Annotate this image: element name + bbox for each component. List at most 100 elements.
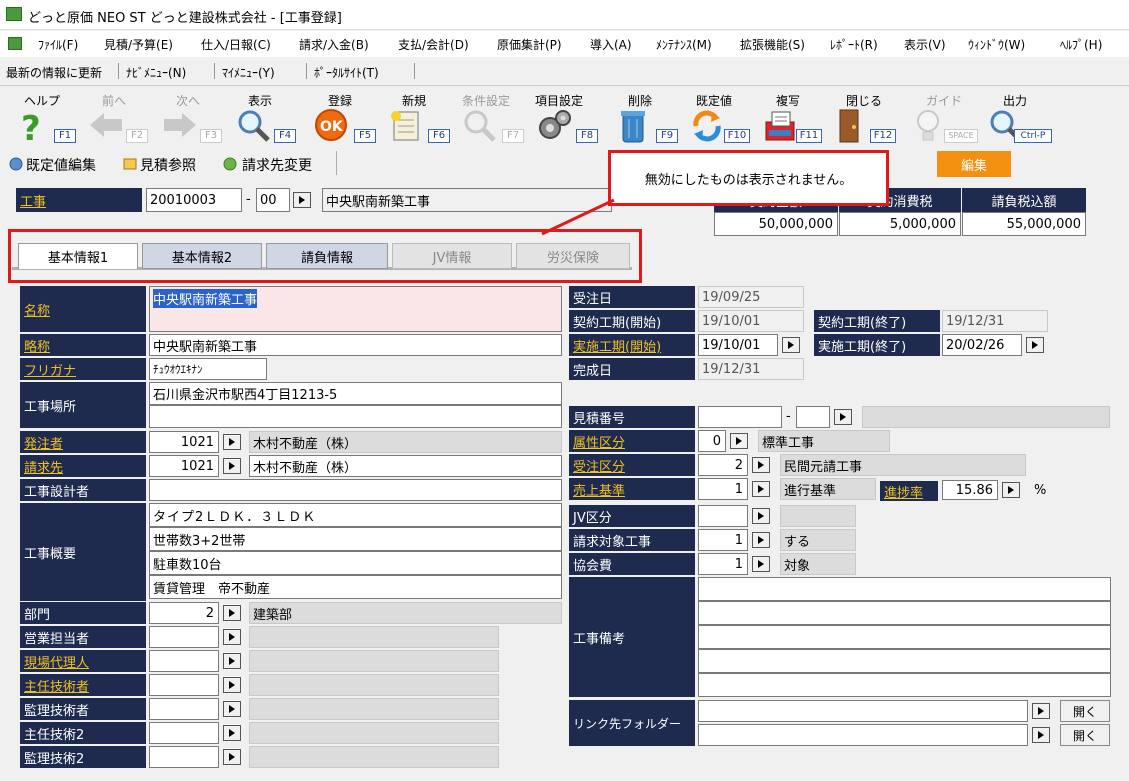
menu-payment[interactable]: 支払/会計(D) [398, 36, 469, 53]
estimate-number-field[interactable] [698, 406, 782, 428]
site-agent-lookup-button[interactable] [223, 653, 241, 669]
billing-target-lookup-button[interactable] [752, 532, 770, 548]
sales-basis-lookup-button[interactable] [752, 481, 770, 497]
copy-icon[interactable] [762, 108, 798, 144]
sales-basis-label[interactable]: 売上基準 [569, 478, 695, 500]
supervising-engineer-2-code-field[interactable] [149, 746, 219, 768]
jv-type-code-field[interactable] [698, 505, 748, 527]
orderer-label[interactable]: 発注者 [20, 431, 146, 453]
refresh-link[interactable]: 最新の情報に更新 [6, 64, 102, 81]
menu-estimate[interactable]: 見積/予算(E) [104, 36, 173, 53]
edit-defaults-button[interactable]: 既定値編集 [26, 155, 96, 175]
orderer-code-field[interactable]: 1021 [149, 431, 219, 453]
change-billto-button[interactable]: 請求先変更 [242, 155, 312, 175]
name-field[interactable]: 中央駅南新築工事 [149, 286, 562, 332]
menu-view[interactable]: 表示(V) [904, 36, 946, 53]
progress-rate-button[interactable] [1002, 482, 1020, 498]
kana-field[interactable]: ﾁｭｳｵｳｴｷﾅﾝ [149, 358, 267, 380]
orderer-lookup-button[interactable] [223, 434, 241, 450]
attribute-label[interactable]: 属性区分 [569, 430, 695, 452]
menu-cost[interactable]: 原価集計(P) [497, 36, 562, 53]
estimate-sub-field[interactable] [796, 406, 830, 428]
chief-engineer-lookup-button[interactable] [223, 677, 241, 693]
new-document-icon[interactable] [388, 108, 424, 144]
menu-purchase[interactable]: 仕入/日報(C) [201, 36, 271, 53]
kana-label[interactable]: フリガナ [20, 358, 146, 380]
gears-icon[interactable] [536, 108, 572, 144]
exec-end-calendar-button[interactable] [1026, 337, 1044, 353]
billto-lookup-button[interactable] [223, 458, 241, 474]
trash-icon[interactable] [618, 108, 648, 144]
department-lookup-button[interactable] [223, 605, 241, 621]
association-fee-lookup-button[interactable] [752, 556, 770, 572]
sales-rep-code-field[interactable] [149, 626, 219, 648]
progress-rate-label[interactable]: 進捗率 [880, 481, 938, 501]
sales-basis-code-field[interactable]: 1 [698, 478, 748, 500]
link-folder-browse-button-1[interactable] [1032, 703, 1050, 719]
project-lookup-button[interactable] [293, 192, 311, 208]
summary-field-3[interactable]: 駐車数10台 [149, 551, 562, 575]
menu-window[interactable]: ｳｨﾝﾄﾞｳ(W) [968, 36, 1025, 53]
jv-type-lookup-button[interactable] [752, 508, 770, 524]
supervising-engineer-lookup-button[interactable] [223, 701, 241, 717]
door-icon[interactable] [834, 108, 864, 144]
menu-file[interactable]: ﾌｧｲﾙ(F) [38, 36, 78, 53]
project-code-field[interactable]: 20010003 [146, 188, 242, 212]
exec-start-label[interactable]: 実施工期(開始) [569, 334, 695, 356]
portal-site-link[interactable]: ﾎﾟｰﾀﾙｻｲﾄ(T) [314, 64, 379, 81]
menu-maintenance[interactable]: ﾒﾝﾃﾅﾝｽ(M) [656, 36, 712, 53]
summary-field-2[interactable]: 世帯数3+2世帯 [149, 527, 562, 551]
remarks-field-1[interactable] [698, 577, 1111, 601]
menu-billing[interactable]: 請求/入金(B) [299, 36, 369, 53]
order-type-code-field[interactable]: 2 [698, 454, 748, 476]
billto-code-field[interactable]: 1021 [149, 455, 219, 477]
site-field-2[interactable] [149, 405, 562, 428]
short-name-label[interactable]: 略称 [20, 334, 146, 356]
remarks-field-5[interactable] [698, 673, 1111, 697]
short-name-field[interactable]: 中央駅南新築工事 [149, 334, 562, 356]
menu-report[interactable]: ﾚﾎﾟｰﾄ(R) [830, 36, 878, 53]
name-label[interactable]: 名称 [20, 286, 146, 332]
menu-extensions[interactable]: 拡張機能(S) [740, 36, 805, 53]
remarks-field-3[interactable] [698, 625, 1111, 649]
association-fee-code-field[interactable]: 1 [698, 553, 748, 575]
order-type-lookup-button[interactable] [752, 457, 770, 473]
billto-name-field[interactable]: 木村不動産（株） [249, 455, 562, 477]
remarks-field-4[interactable] [698, 649, 1111, 673]
site-field-1[interactable]: 石川県金沢市駅西4丁目1213-5 [149, 382, 562, 405]
exec-end-field[interactable]: 20/02/26 [942, 334, 1022, 356]
supervising-engineer-code-field[interactable] [149, 698, 219, 720]
sales-rep-lookup-button[interactable] [223, 629, 241, 645]
remarks-field-2[interactable] [698, 601, 1111, 625]
menu-setup[interactable]: 導入(A) [590, 36, 632, 53]
menu-help[interactable]: ﾍﾙﾌﾟ(H) [1060, 36, 1102, 53]
attribute-lookup-button[interactable] [730, 433, 748, 449]
summary-field-1[interactable]: タイプ2ＬＤＫ．３ＬＤＫ [149, 503, 562, 527]
open-folder-button-1[interactable]: 開く [1060, 700, 1110, 722]
project-sub-field[interactable]: 00 [256, 188, 290, 212]
attribute-code-field[interactable]: 0 [698, 430, 726, 452]
estimate-lookup-button[interactable] [834, 409, 852, 425]
chief-engineer-label[interactable]: 主任技術者 [20, 674, 146, 696]
link-folder-browse-button-2[interactable] [1032, 727, 1050, 743]
summary-field-4[interactable]: 賃貸管理 帝不動産 [149, 575, 562, 599]
site-agent-label[interactable]: 現場代理人 [20, 650, 146, 672]
open-folder-button-2[interactable]: 開く [1060, 724, 1110, 746]
designer-field[interactable] [149, 479, 562, 501]
project-label[interactable]: 工事 [16, 188, 142, 212]
link-folder-field-2[interactable] [698, 724, 1028, 746]
estimate-reference-button[interactable]: 見積参照 [140, 155, 196, 175]
link-folder-field-1[interactable] [698, 700, 1028, 722]
order-type-label[interactable]: 受注区分 [569, 454, 695, 476]
supervising-engineer-2-lookup-button[interactable] [223, 749, 241, 765]
billing-target-code-field[interactable]: 1 [698, 529, 748, 551]
billto-label[interactable]: 請求先 [20, 455, 146, 477]
chief-engineer-code-field[interactable] [149, 674, 219, 696]
progress-rate-field[interactable]: 15.86 [942, 480, 998, 500]
exec-start-calendar-button[interactable] [782, 337, 800, 353]
chief-engineer-2-code-field[interactable] [149, 722, 219, 744]
magnifier-icon[interactable] [236, 108, 272, 144]
department-code-field[interactable]: 2 [149, 602, 219, 624]
edit-button[interactable]: 編集 [937, 151, 1011, 177]
exec-start-field[interactable]: 19/10/01 [698, 334, 778, 356]
